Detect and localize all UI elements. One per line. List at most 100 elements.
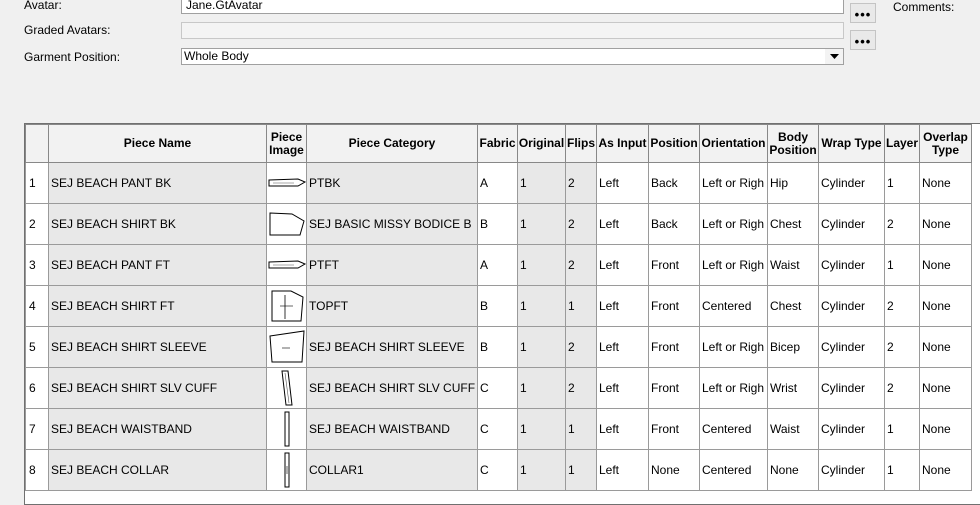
col-header-index[interactable] xyxy=(25,124,49,163)
row-index[interactable]: 5 xyxy=(25,326,49,368)
wrap-type-cell[interactable]: Cylinder xyxy=(818,367,885,409)
original-cell[interactable]: 1 xyxy=(517,449,566,491)
row-index[interactable]: 3 xyxy=(25,244,49,286)
flips-cell[interactable]: 2 xyxy=(565,203,597,245)
col-header-layer[interactable]: Layer xyxy=(884,124,920,163)
avatar-field[interactable]: Jane.GtAvatar xyxy=(181,0,844,14)
fabric-cell[interactable]: C xyxy=(477,449,518,491)
orientation-cell[interactable]: Left or Righ xyxy=(699,203,768,245)
piece-category-cell[interactable]: SEJ BEACH WAISTBAND xyxy=(306,408,478,450)
layer-cell[interactable]: 1 xyxy=(884,408,920,450)
orientation-cell[interactable]: Centered xyxy=(699,408,768,450)
piece-name-cell[interactable]: SEJ BEACH SHIRT BK xyxy=(48,203,267,245)
orientation-cell[interactable]: Centered xyxy=(699,285,768,327)
col-header-wrap-type[interactable]: Wrap Type xyxy=(818,124,885,163)
body-position-cell[interactable]: Chest xyxy=(767,285,819,327)
piece-category-cell[interactable]: COLLAR1 xyxy=(306,449,478,491)
wrap-type-cell[interactable]: Cylinder xyxy=(818,203,885,245)
flips-cell[interactable]: 2 xyxy=(565,326,597,368)
piece-image-cell[interactable] xyxy=(266,244,307,286)
wrap-type-cell[interactable]: Cylinder xyxy=(818,285,885,327)
piece-name-cell[interactable]: SEJ BEACH WAISTBAND xyxy=(48,408,267,450)
layer-cell[interactable]: 2 xyxy=(884,326,920,368)
piece-image-cell[interactable] xyxy=(266,408,307,450)
piece-name-cell[interactable]: SEJ BEACH COLLAR xyxy=(48,449,267,491)
col-header-as-input[interactable]: As Input xyxy=(596,124,649,163)
wrap-type-cell[interactable]: Cylinder xyxy=(818,244,885,286)
avatar-browse-button[interactable]: ••• xyxy=(850,3,876,23)
flips-cell[interactable]: 2 xyxy=(565,367,597,409)
as-input-cell[interactable]: Left xyxy=(596,408,649,450)
table-row[interactable]: 4 SEJ BEACH SHIRT FT TOPFT B 1 1 Left Front Cent… xyxy=(25,285,972,327)
original-cell[interactable]: 1 xyxy=(517,203,566,245)
original-cell[interactable]: 1 xyxy=(517,408,566,450)
table-row[interactable]: 7 SEJ BEACH WAISTBAND SEJ BEACH WAISTBAND C… xyxy=(25,408,972,450)
row-index[interactable]: 4 xyxy=(25,285,49,327)
col-header-piece-name[interactable]: Piece Name xyxy=(48,124,267,163)
chevron-down-icon[interactable] xyxy=(825,49,843,64)
fabric-cell[interactable]: B xyxy=(477,203,518,245)
as-input-cell[interactable]: Left xyxy=(596,162,649,204)
body-position-cell[interactable]: Hip xyxy=(767,162,819,204)
col-header-piece-image[interactable]: Piece Image xyxy=(266,124,307,163)
col-header-overlap-type[interactable]: Overlap Type xyxy=(919,124,972,163)
piece-name-cell[interactable]: SEJ BEACH PANT FT xyxy=(48,244,267,286)
as-input-cell[interactable]: Left xyxy=(596,244,649,286)
orientation-cell[interactable]: Left or Righ xyxy=(699,367,768,409)
piece-category-cell[interactable]: SEJ BEACH SHIRT SLEEVE xyxy=(306,326,478,368)
wrap-type-cell[interactable]: Cylinder xyxy=(818,449,885,491)
fabric-cell[interactable]: B xyxy=(477,285,518,327)
flips-cell[interactable]: 2 xyxy=(565,244,597,286)
overlap-type-cell[interactable]: None xyxy=(919,408,972,450)
flips-cell[interactable]: 1 xyxy=(565,449,597,491)
piece-image-cell[interactable] xyxy=(266,367,307,409)
graded-avatars-field[interactable] xyxy=(181,22,844,39)
col-header-piece-category[interactable]: Piece Category xyxy=(306,124,478,163)
piece-name-cell[interactable]: SEJ BEACH SHIRT SLEEVE xyxy=(48,326,267,368)
piece-image-cell[interactable] xyxy=(266,203,307,245)
position-cell[interactable]: Front xyxy=(648,326,700,368)
table-row[interactable]: 2 SEJ BEACH SHIRT BK SEJ BASIC MISSY BODIC… xyxy=(25,203,972,245)
wrap-type-cell[interactable]: Cylinder xyxy=(818,162,885,204)
col-header-body-position[interactable]: Body Position xyxy=(767,124,819,163)
original-cell[interactable]: 1 xyxy=(517,244,566,286)
as-input-cell[interactable]: Left xyxy=(596,203,649,245)
table-row[interactable]: 1 SEJ BEACH PANT BK PTBK A 1 2 Left Back Left or… xyxy=(25,162,972,204)
orientation-cell[interactable]: Left or Righ xyxy=(699,326,768,368)
wrap-type-cell[interactable]: Cylinder xyxy=(818,326,885,368)
body-position-cell[interactable]: Waist xyxy=(767,408,819,450)
overlap-type-cell[interactable]: None xyxy=(919,367,972,409)
piece-image-cell[interactable] xyxy=(266,285,307,327)
layer-cell[interactable]: 1 xyxy=(884,244,920,286)
garment-position-select[interactable]: Whole Body xyxy=(181,48,844,65)
layer-cell[interactable]: 1 xyxy=(884,162,920,204)
position-cell[interactable]: None xyxy=(648,449,700,491)
piece-name-cell[interactable]: SEJ BEACH PANT BK xyxy=(48,162,267,204)
piece-name-cell[interactable]: SEJ BEACH SHIRT FT xyxy=(48,285,267,327)
body-position-cell[interactable]: Chest xyxy=(767,203,819,245)
row-index[interactable]: 8 xyxy=(25,449,49,491)
layer-cell[interactable]: 2 xyxy=(884,367,920,409)
overlap-type-cell[interactable]: None xyxy=(919,244,972,286)
position-cell[interactable]: Front xyxy=(648,367,700,409)
position-cell[interactable]: Front xyxy=(648,408,700,450)
flips-cell[interactable]: 2 xyxy=(565,162,597,204)
piece-category-cell[interactable]: SEJ BEACH SHIRT SLV CUFF xyxy=(306,367,478,409)
col-header-position[interactable]: Position xyxy=(648,124,700,163)
piece-category-cell[interactable]: PTBK xyxy=(306,162,478,204)
orientation-cell[interactable]: Left or Righ xyxy=(699,162,768,204)
col-header-orientation[interactable]: Orientation xyxy=(699,124,768,163)
pieces-grid[interactable]: Piece Name Piece Image Piece Category Fa… xyxy=(24,123,980,505)
as-input-cell[interactable]: Left xyxy=(596,367,649,409)
table-row[interactable]: 5 SEJ BEACH SHIRT SLEEVE SEJ BEACH SHIRT S… xyxy=(25,326,972,368)
orientation-cell[interactable]: Left or Righ xyxy=(699,244,768,286)
piece-category-cell[interactable]: TOPFT xyxy=(306,285,478,327)
body-position-cell[interactable]: Waist xyxy=(767,244,819,286)
as-input-cell[interactable]: Left xyxy=(596,326,649,368)
position-cell[interactable]: Back xyxy=(648,203,700,245)
original-cell[interactable]: 1 xyxy=(517,326,566,368)
fabric-cell[interactable]: A xyxy=(477,244,518,286)
orientation-cell[interactable]: Centered xyxy=(699,449,768,491)
layer-cell[interactable]: 1 xyxy=(884,449,920,491)
graded-avatars-browse-button[interactable]: ••• xyxy=(850,30,876,50)
